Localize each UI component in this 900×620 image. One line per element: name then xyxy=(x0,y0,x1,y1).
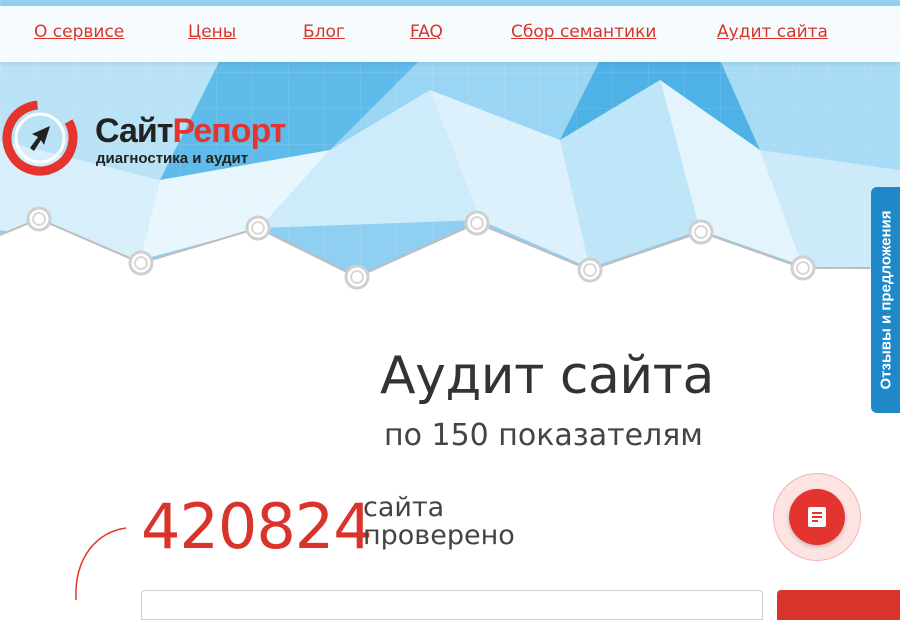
nav-link-prices[interactable]: Цены xyxy=(188,22,236,42)
nav-link-faq[interactable]: FAQ xyxy=(410,22,443,42)
page-title: Аудит сайта xyxy=(380,346,714,406)
nav-link-blog[interactable]: Блог xyxy=(303,22,345,42)
sites-checked-counter: 420824 xyxy=(141,490,373,563)
feedback-tab-label: Отзывы и предложения xyxy=(877,210,894,390)
chat-button-core xyxy=(789,489,845,545)
audit-submit-button[interactable] xyxy=(777,590,900,620)
nav-link-site-audit[interactable]: Аудит сайта xyxy=(717,22,828,42)
nav-link-about[interactable]: О сервисе xyxy=(34,22,124,42)
counter-label-line2: проверено xyxy=(363,520,515,551)
decorative-arc xyxy=(75,527,127,601)
top-navigation: О сервисе Цены Блог FAQ Сбор семантики А… xyxy=(0,6,900,62)
logo-tagline: диагностика и аудит xyxy=(96,150,249,167)
feedback-tab[interactable]: Отзывы и предложения xyxy=(871,187,900,413)
counter-label: сайта проверено xyxy=(363,494,515,550)
logo-wordmark-part1: Сайт xyxy=(95,112,173,150)
page-subtitle: по 150 показателям xyxy=(384,418,703,453)
chat-message-icon xyxy=(808,507,826,527)
nav-link-semantics[interactable]: Сбор семантики xyxy=(511,22,656,42)
counter-label-line1: сайта xyxy=(363,492,445,523)
site-url-input[interactable] xyxy=(141,590,763,620)
logo-wordmark-part2: Репорт xyxy=(172,112,286,150)
logo-wordmark[interactable]: СайтРепорт xyxy=(95,112,286,150)
chat-button[interactable] xyxy=(773,473,861,561)
